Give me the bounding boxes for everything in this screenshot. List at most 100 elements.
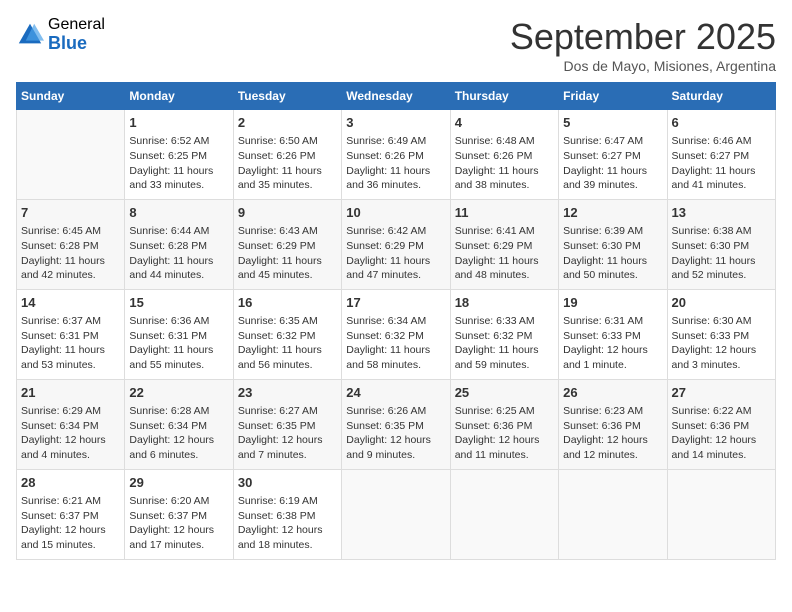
- day-number: 3: [346, 114, 445, 132]
- location-subtitle: Dos de Mayo, Misiones, Argentina: [510, 58, 776, 74]
- day-cell: 2Sunrise: 6:50 AMSunset: 6:26 PMDaylight…: [233, 110, 341, 200]
- day-number: 12: [563, 204, 662, 222]
- header-thursday: Thursday: [450, 83, 558, 110]
- day-cell: 22 Sunrise: 6:28 AMSunset: 6:34 PMDayligh…: [125, 379, 233, 469]
- day-number: 26: [563, 384, 662, 402]
- week-row-2: 14 Sunrise: 6:37 AMSunset: 6:31 PMDayligh…: [17, 289, 776, 379]
- day-info: Sunrise: 6:50 AMSunset: 6:26 PMDaylight:…: [238, 134, 337, 193]
- day-cell: [559, 469, 667, 559]
- day-number: 4: [455, 114, 554, 132]
- day-cell: 24 Sunrise: 6:26 AMSunset: 6:35 PMDayligh…: [342, 379, 450, 469]
- day-number: 23: [238, 384, 337, 402]
- day-cell: 18 Sunrise: 6:33 AMSunset: 6:32 PMDayligh…: [450, 289, 558, 379]
- day-cell: 25Sunrise: 6:25 AMSunset: 6:36 PMDayligh…: [450, 379, 558, 469]
- day-cell: 3 Sunrise: 6:49 AMSunset: 6:26 PMDaylight…: [342, 110, 450, 200]
- day-cell: 27Sunrise: 6:22 AMSunset: 6:36 PMDayligh…: [667, 379, 775, 469]
- day-cell: 21 Sunrise: 6:29 AMSunset: 6:34 PMDayligh…: [17, 379, 125, 469]
- day-number: 6: [672, 114, 771, 132]
- day-cell: 5 Sunrise: 6:47 AMSunset: 6:27 PMDaylight…: [559, 110, 667, 200]
- day-info: Sunrise: 6:39 AMSunset: 6:30 PMDaylight:…: [563, 224, 662, 283]
- day-number: 21: [21, 384, 120, 402]
- day-info: Sunrise: 6:37 AMSunset: 6:31 PMDaylight:…: [21, 314, 120, 373]
- day-info: Sunrise: 6:21 AMSunset: 6:37 PMDaylight:…: [21, 494, 120, 553]
- logo-general: General: [48, 16, 105, 34]
- day-info: Sunrise: 6:48 AMSunset: 6:26 PMDaylight:…: [455, 134, 554, 193]
- day-info: Sunrise: 6:23 AMSunset: 6:36 PMDaylight:…: [563, 404, 662, 463]
- day-number: 20: [672, 294, 771, 312]
- header-row: SundayMondayTuesdayWednesdayThursdayFrid…: [17, 83, 776, 110]
- day-info: Sunrise: 6:45 AMSunset: 6:28 PMDaylight:…: [21, 224, 120, 283]
- day-number: 30: [238, 474, 337, 492]
- day-cell: [17, 110, 125, 200]
- day-cell: 1 Sunrise: 6:52 AMSunset: 6:25 PMDaylight…: [125, 110, 233, 200]
- day-info: Sunrise: 6:26 AMSunset: 6:35 PMDaylight:…: [346, 404, 445, 463]
- day-cell: 28Sunrise: 6:21 AMSunset: 6:37 PMDayligh…: [17, 469, 125, 559]
- calendar-table: SundayMondayTuesdayWednesdayThursdayFrid…: [16, 82, 776, 560]
- day-number: 27: [672, 384, 771, 402]
- day-info: Sunrise: 6:43 AMSunset: 6:29 PMDaylight:…: [238, 224, 337, 283]
- day-number: 7: [21, 204, 120, 222]
- day-cell: [450, 469, 558, 559]
- day-cell: 9Sunrise: 6:43 AMSunset: 6:29 PMDaylight…: [233, 199, 341, 289]
- day-cell: 30 Sunrise: 6:19 AMSunset: 6:38 PMDayligh…: [233, 469, 341, 559]
- week-row-0: 1 Sunrise: 6:52 AMSunset: 6:25 PMDaylight…: [17, 110, 776, 200]
- day-cell: 6 Sunrise: 6:46 AMSunset: 6:27 PMDaylight…: [667, 110, 775, 200]
- day-info: Sunrise: 6:28 AMSunset: 6:34 PMDaylight:…: [129, 404, 228, 463]
- day-info: Sunrise: 6:38 AMSunset: 6:30 PMDaylight:…: [672, 224, 771, 283]
- day-cell: 11Sunrise: 6:41 AMSunset: 6:29 PMDayligh…: [450, 199, 558, 289]
- day-info: Sunrise: 6:44 AMSunset: 6:28 PMDaylight:…: [129, 224, 228, 283]
- day-cell: 13 Sunrise: 6:38 AMSunset: 6:30 PMDayligh…: [667, 199, 775, 289]
- header-sunday: Sunday: [17, 83, 125, 110]
- day-number: 5: [563, 114, 662, 132]
- day-cell: [342, 469, 450, 559]
- header-monday: Monday: [125, 83, 233, 110]
- day-number: 29: [129, 474, 228, 492]
- day-cell: 23Sunrise: 6:27 AMSunset: 6:35 PMDayligh…: [233, 379, 341, 469]
- day-cell: 15 Sunrise: 6:36 AMSunset: 6:31 PMDayligh…: [125, 289, 233, 379]
- day-info: Sunrise: 6:25 AMSunset: 6:36 PMDaylight:…: [455, 404, 554, 463]
- day-info: Sunrise: 6:29 AMSunset: 6:34 PMDaylight:…: [21, 404, 120, 463]
- day-cell: 14 Sunrise: 6:37 AMSunset: 6:31 PMDayligh…: [17, 289, 125, 379]
- day-info: Sunrise: 6:46 AMSunset: 6:27 PMDaylight:…: [672, 134, 771, 193]
- day-number: 11: [455, 204, 554, 222]
- week-row-1: 7 Sunrise: 6:45 AMSunset: 6:28 PMDaylight…: [17, 199, 776, 289]
- header-saturday: Saturday: [667, 83, 775, 110]
- day-info: Sunrise: 6:30 AMSunset: 6:33 PMDaylight:…: [672, 314, 771, 373]
- header-friday: Friday: [559, 83, 667, 110]
- week-row-4: 28Sunrise: 6:21 AMSunset: 6:37 PMDayligh…: [17, 469, 776, 559]
- header-wednesday: Wednesday: [342, 83, 450, 110]
- header-tuesday: Tuesday: [233, 83, 341, 110]
- logo-text: General Blue: [48, 16, 105, 53]
- day-cell: 20 Sunrise: 6:30 AMSunset: 6:33 PMDayligh…: [667, 289, 775, 379]
- day-number: 13: [672, 204, 771, 222]
- day-number: 1: [129, 114, 228, 132]
- day-info: Sunrise: 6:36 AMSunset: 6:31 PMDaylight:…: [129, 314, 228, 373]
- day-number: 15: [129, 294, 228, 312]
- day-info: Sunrise: 6:19 AMSunset: 6:38 PMDaylight:…: [238, 494, 337, 553]
- day-number: 14: [21, 294, 120, 312]
- day-cell: 8 Sunrise: 6:44 AMSunset: 6:28 PMDaylight…: [125, 199, 233, 289]
- day-info: Sunrise: 6:35 AMSunset: 6:32 PMDaylight:…: [238, 314, 337, 373]
- day-cell: 16 Sunrise: 6:35 AMSunset: 6:32 PMDayligh…: [233, 289, 341, 379]
- logo-blue: Blue: [48, 34, 105, 54]
- day-info: Sunrise: 6:33 AMSunset: 6:32 PMDaylight:…: [455, 314, 554, 373]
- day-cell: 7 Sunrise: 6:45 AMSunset: 6:28 PMDaylight…: [17, 199, 125, 289]
- day-number: 22: [129, 384, 228, 402]
- day-number: 18: [455, 294, 554, 312]
- day-cell: [667, 469, 775, 559]
- day-info: Sunrise: 6:52 AMSunset: 6:25 PMDaylight:…: [129, 134, 228, 193]
- day-cell: 19 Sunrise: 6:31 AMSunset: 6:33 PMDayligh…: [559, 289, 667, 379]
- day-info: Sunrise: 6:31 AMSunset: 6:33 PMDaylight:…: [563, 314, 662, 373]
- day-number: 16: [238, 294, 337, 312]
- day-cell: 10Sunrise: 6:42 AMSunset: 6:29 PMDayligh…: [342, 199, 450, 289]
- day-info: Sunrise: 6:49 AMSunset: 6:26 PMDaylight:…: [346, 134, 445, 193]
- day-info: Sunrise: 6:34 AMSunset: 6:32 PMDaylight:…: [346, 314, 445, 373]
- day-number: 8: [129, 204, 228, 222]
- day-cell: 4 Sunrise: 6:48 AMSunset: 6:26 PMDaylight…: [450, 110, 558, 200]
- day-number: 24: [346, 384, 445, 402]
- page-header: General Blue September 2025 Dos de Mayo,…: [16, 16, 776, 74]
- logo: General Blue: [16, 16, 105, 53]
- day-cell: 26 Sunrise: 6:23 AMSunset: 6:36 PMDayligh…: [559, 379, 667, 469]
- day-number: 19: [563, 294, 662, 312]
- day-info: Sunrise: 6:47 AMSunset: 6:27 PMDaylight:…: [563, 134, 662, 193]
